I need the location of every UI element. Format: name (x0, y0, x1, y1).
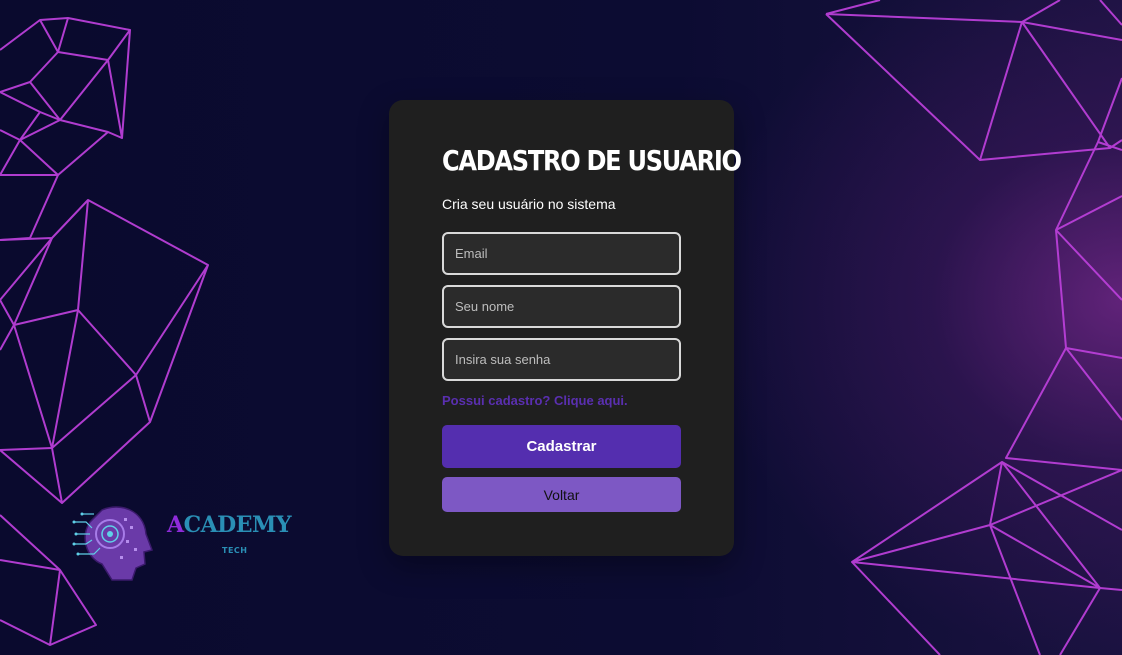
logo-wordmark: ACADEMY (167, 512, 292, 538)
back-button[interactable]: Voltar (442, 477, 681, 512)
register-button[interactable]: Cadastrar (442, 425, 681, 468)
logo-tagline: TECH (222, 546, 248, 555)
robot-head-icon (72, 506, 153, 581)
signup-card: CADASTRO DE USUARIO Cria seu usuário no … (389, 100, 742, 556)
subtitle: Cria seu usuário no sistema (442, 196, 616, 212)
logo-first-letter: A (167, 512, 184, 538)
login-link[interactable]: Possui cadastro? Clique aqui. (442, 393, 628, 408)
email-field[interactable] (442, 232, 681, 275)
logo-rest: CADEMY (183, 512, 292, 538)
page-title: CADASTRO DE USUARIO (442, 144, 742, 177)
academy-logo: ACADEMY TECH (72, 500, 312, 584)
password-field[interactable] (442, 338, 681, 381)
name-field[interactable] (442, 285, 681, 328)
